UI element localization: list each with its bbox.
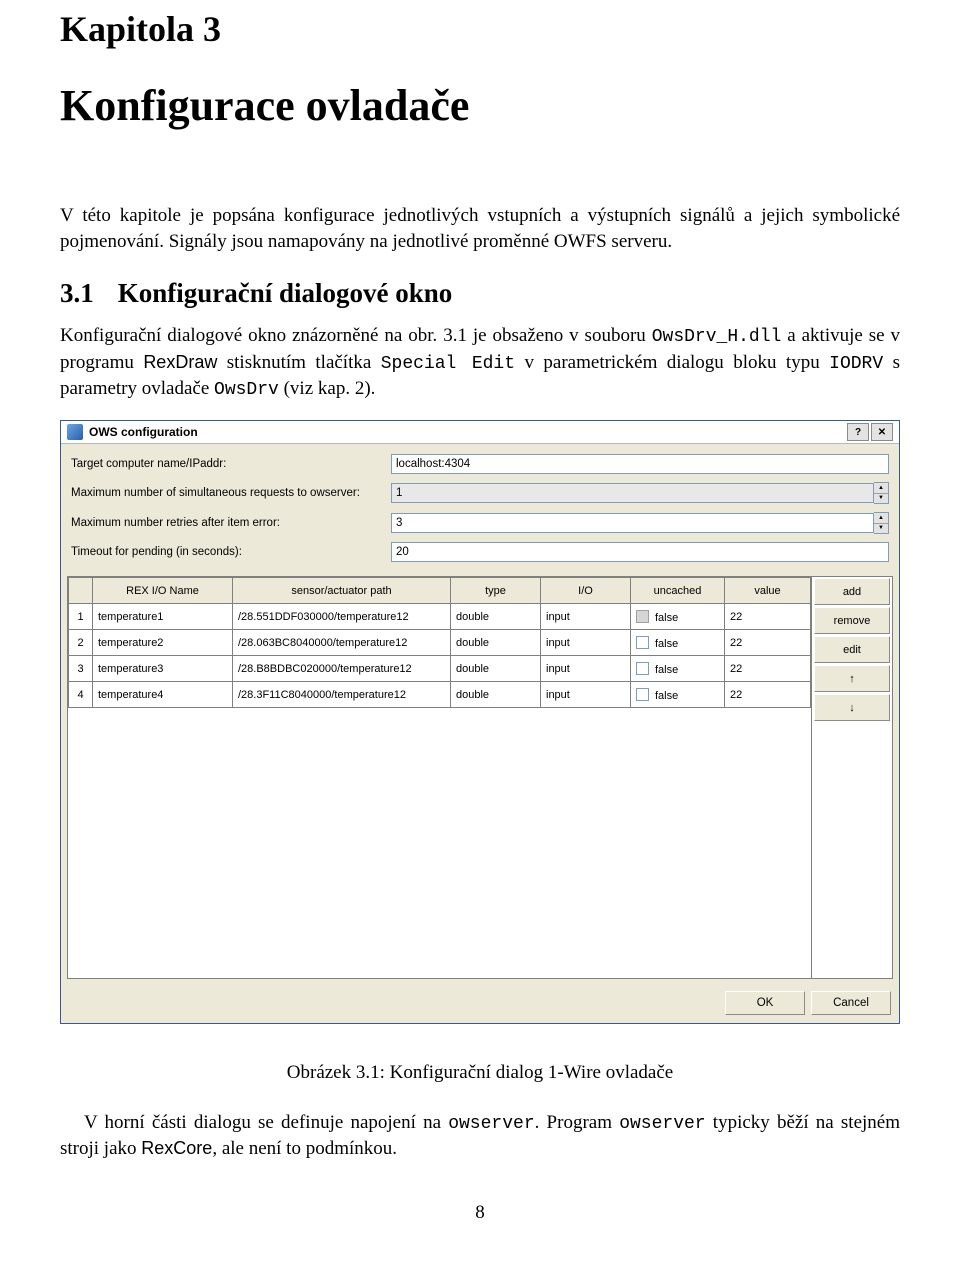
timeout-label: Timeout for pending (in seconds): bbox=[71, 546, 391, 558]
section-number: 3.1 bbox=[60, 278, 94, 308]
retries-spinner[interactable]: ▲▼ bbox=[874, 512, 889, 534]
col-header-path: sensor/actuator path bbox=[233, 578, 451, 604]
col-header-io: I/O bbox=[541, 578, 631, 604]
move-up-button[interactable]: ↑ bbox=[814, 665, 890, 692]
bottom-paragraph: V horní části dialogu se definuje napoje… bbox=[60, 1110, 900, 1162]
close-button[interactable]: ✕ bbox=[871, 423, 893, 441]
timeout-input[interactable]: 20 bbox=[391, 542, 889, 562]
maxreq-label: Maximum number of simultaneous requests … bbox=[71, 487, 391, 499]
checkbox-icon[interactable] bbox=[636, 610, 649, 623]
col-header-uncached: uncached bbox=[631, 578, 725, 604]
checkbox-icon[interactable] bbox=[636, 636, 649, 649]
figure-caption: Obrázek 3.1: Konfigurační dialog 1-Wire … bbox=[60, 1062, 900, 1084]
target-label: Target computer name/IPaddr: bbox=[71, 458, 391, 470]
io-table: REX I/O Name sensor/actuator path type I… bbox=[68, 577, 811, 708]
page-number: 8 bbox=[60, 1202, 900, 1224]
intro-paragraph: V této kapitole je popsána konfigurace j… bbox=[60, 203, 900, 254]
remove-button[interactable]: remove bbox=[814, 607, 890, 634]
table-row[interactable]: 3 temperature3 /28.B8BDBC020000/temperat… bbox=[69, 656, 811, 682]
table-row[interactable]: 1 temperature1 /28.551DDF030000/temperat… bbox=[69, 604, 811, 630]
window-titlebar: OWS configuration ? ✕ bbox=[61, 421, 899, 444]
retries-input[interactable]: 3 bbox=[391, 513, 874, 533]
dialog-screenshot: OWS configuration ? ✕ Target computer na… bbox=[60, 420, 900, 1024]
edit-button[interactable]: edit bbox=[814, 636, 890, 663]
cancel-button[interactable]: Cancel bbox=[811, 991, 891, 1015]
checkbox-icon[interactable] bbox=[636, 688, 649, 701]
ok-button[interactable]: OK bbox=[725, 991, 805, 1015]
help-button[interactable]: ? bbox=[847, 423, 869, 441]
chapter-label: Kapitola 3 bbox=[60, 8, 900, 50]
retries-label: Maximum number retries after item error: bbox=[71, 517, 391, 529]
move-down-button[interactable]: ↓ bbox=[814, 694, 890, 721]
checkbox-icon[interactable] bbox=[636, 662, 649, 675]
add-button[interactable]: add bbox=[814, 578, 890, 605]
section-title: Konfigurační dialogové okno bbox=[118, 278, 453, 308]
section-heading: 3.1 Konfigurační dialogové okno bbox=[60, 278, 900, 309]
app-icon bbox=[67, 424, 83, 440]
maxreq-spinner[interactable]: ▲▼ bbox=[874, 482, 889, 504]
col-header-type: type bbox=[451, 578, 541, 604]
table-row[interactable]: 2 temperature2 /28.063BC8040000/temperat… bbox=[69, 630, 811, 656]
window-title: OWS configuration bbox=[89, 425, 847, 439]
col-header-name: REX I/O Name bbox=[93, 578, 233, 604]
chapter-title: Konfigurace ovladače bbox=[60, 80, 900, 131]
col-header-value: value bbox=[725, 578, 811, 604]
target-input[interactable]: localhost:4304 bbox=[391, 454, 889, 474]
section-paragraph: Konfigurační dialogové okno znázorněné n… bbox=[60, 323, 900, 402]
maxreq-input[interactable]: 1 bbox=[391, 483, 874, 503]
table-row[interactable]: 4 temperature4 /28.3F11C8040000/temperat… bbox=[69, 682, 811, 708]
col-header-index bbox=[69, 578, 93, 604]
